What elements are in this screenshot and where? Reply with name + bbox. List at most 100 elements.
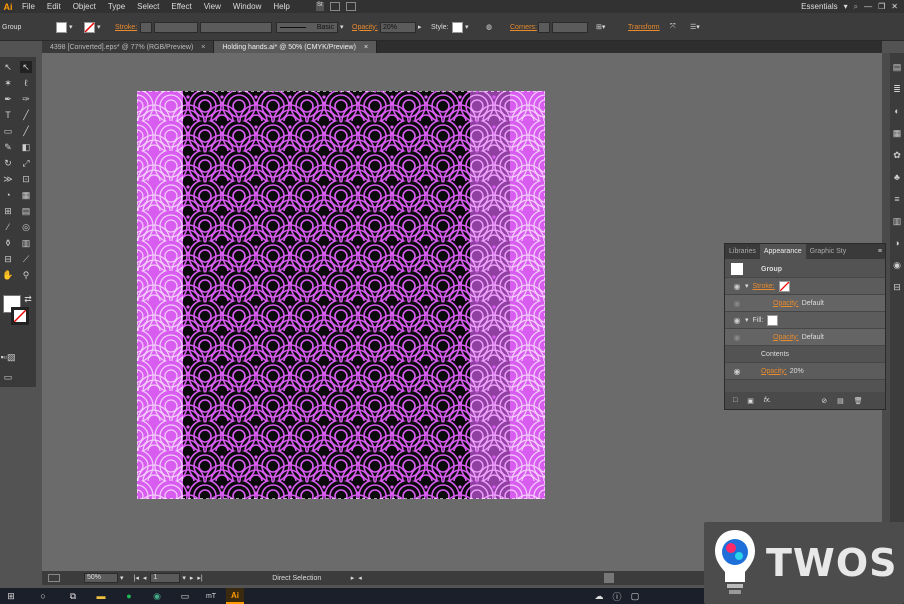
- swatches-icon[interactable]: ▦: [891, 127, 903, 139]
- chevron-down-icon[interactable]: ▾: [844, 2, 848, 11]
- stroke-row-label[interactable]: Stroke:: [753, 283, 775, 290]
- start-icon[interactable]: ⊞: [2, 588, 20, 604]
- menu-effect[interactable]: Effect: [165, 2, 197, 11]
- appearance-row-group[interactable]: Group: [725, 261, 885, 278]
- menu-select[interactable]: Select: [131, 2, 165, 11]
- stroke-panel-icon[interactable]: ≡: [891, 193, 903, 205]
- chevron-down-icon[interactable]: ▾: [120, 574, 124, 582]
- screen-mode-icon[interactable]: ▭: [2, 371, 14, 383]
- appearance-icon[interactable]: ◉: [891, 259, 903, 271]
- scroll-left-icon[interactable]: ◂: [358, 574, 362, 582]
- magic-wand-icon[interactable]: ✶: [2, 77, 14, 89]
- last-artboard-icon[interactable]: ▸|: [197, 574, 202, 582]
- notification-icon[interactable]: ▢: [626, 588, 644, 604]
- brush-definition[interactable]: Basic ▾: [276, 21, 344, 33]
- close-icon[interactable]: ×: [201, 44, 205, 51]
- group-opacity-label[interactable]: Opacity:: [761, 368, 787, 375]
- tab-graphic-styles[interactable]: Graphic Sty: [806, 244, 851, 259]
- stock-button[interactable]: St: [315, 2, 324, 11]
- recolor-icon[interactable]: ◍: [486, 21, 492, 33]
- menu-type[interactable]: Type: [102, 2, 131, 11]
- selection-tool-icon[interactable]: ↖: [2, 61, 14, 73]
- menu-help[interactable]: Help: [267, 2, 295, 11]
- disclosure-triangle-icon[interactable]: ▾: [745, 282, 749, 290]
- delete-item-icon[interactable]: 🗑: [854, 397, 863, 405]
- spotify-icon[interactable]: ●: [120, 588, 138, 604]
- curvature-icon[interactable]: ✑: [20, 93, 32, 105]
- options-icon[interactable]: ☰▾: [690, 21, 700, 33]
- task-view-icon[interactable]: ⧉: [64, 588, 82, 604]
- search-icon[interactable]: ⌕: [854, 2, 858, 12]
- rectangle-tool-icon[interactable]: ▭: [2, 125, 14, 137]
- width-tool-icon[interactable]: ≫: [2, 173, 14, 185]
- menu-file[interactable]: File: [16, 2, 41, 11]
- duplicate-item-icon[interactable]: ▤: [837, 397, 844, 405]
- properties-icon[interactable]: ▤: [891, 61, 903, 73]
- isolate-icon[interactable]: ⤧: [670, 21, 676, 33]
- shape-builder-icon[interactable]: ◔: [2, 189, 14, 201]
- appearance-row-group-opacity[interactable]: ◉ Opacity: 20%: [725, 363, 885, 380]
- tab-appearance[interactable]: Appearance: [759, 244, 806, 259]
- gradient-panel-icon[interactable]: ▥: [891, 215, 903, 227]
- menu-edit[interactable]: Edit: [41, 2, 67, 11]
- zoom-tool-icon[interactable]: ⚲: [20, 269, 32, 281]
- eyedropper-icon[interactable]: ⁄: [2, 221, 14, 233]
- slice-tool-icon[interactable]: ⟋: [20, 253, 32, 265]
- mesh-tool-icon[interactable]: ⊞: [2, 205, 14, 217]
- align-panel-icon[interactable]: ⊟: [891, 281, 903, 293]
- close-button[interactable]: ✕: [891, 2, 898, 11]
- appearance-row-stroke[interactable]: ◉ ▾ Stroke:: [725, 278, 885, 295]
- opacity-label[interactable]: Opacity:: [352, 21, 378, 33]
- paintbrush-icon[interactable]: ╱: [20, 125, 32, 137]
- eraser-icon[interactable]: ◧: [20, 141, 32, 153]
- visibility-eye-icon[interactable]: ◉: [731, 314, 743, 326]
- close-icon[interactable]: ×: [364, 44, 368, 51]
- color-icon[interactable]: ◐: [891, 105, 903, 117]
- stroke-color-swatch[interactable]: [11, 307, 29, 325]
- corners-label[interactable]: Corners:: [510, 21, 537, 33]
- minimize-button[interactable]: —: [864, 2, 872, 11]
- clear-appearance-icon[interactable]: ⊘: [821, 397, 827, 405]
- app-icon[interactable]: ▭: [176, 588, 194, 604]
- search-icon[interactable]: ○: [34, 588, 52, 604]
- hand-tool-icon[interactable]: ✋: [2, 269, 14, 281]
- shaper-tool-icon[interactable]: ✎: [2, 141, 14, 153]
- artboard-tool-icon[interactable]: ⊟: [2, 253, 14, 265]
- graph-tool-icon[interactable]: ▥: [20, 237, 32, 249]
- chevron-down-icon[interactable]: ▾: [182, 574, 186, 582]
- visibility-eye-icon[interactable]: ◉: [731, 280, 743, 292]
- align-icon[interactable]: ⊞▾: [596, 21, 605, 33]
- symbol-sprayer-icon[interactable]: ⚱: [2, 237, 14, 249]
- menu-object[interactable]: Object: [67, 2, 102, 11]
- horizontal-scroll-thumb[interactable]: [603, 573, 614, 583]
- first-artboard-icon[interactable]: |◂: [134, 574, 139, 582]
- color-mode-icon[interactable]: ▪▫▨: [1, 351, 16, 363]
- direct-selection-tool-icon[interactable]: ↖: [20, 61, 32, 73]
- appearance-row-contents[interactable]: Contents: [725, 346, 885, 363]
- stroke-weight[interactable]: [140, 21, 198, 33]
- fill-opacity-label[interactable]: Opacity:: [773, 334, 799, 341]
- pen-tool-icon[interactable]: ✒: [2, 93, 14, 105]
- visibility-eye-icon[interactable]: ◉: [731, 365, 743, 377]
- tab-document-2[interactable]: Holding hands.ai* @ 50% (CMYK/Preview) ×: [214, 41, 378, 53]
- menu-window[interactable]: Window: [227, 2, 267, 11]
- info-icon[interactable]: ⓘ: [608, 588, 626, 604]
- zoom-field[interactable]: 50%: [84, 573, 118, 583]
- stroke-label[interactable]: Stroke:: [115, 21, 137, 33]
- status-menu-icon[interactable]: ▸: [351, 574, 355, 582]
- gradient-tool-icon[interactable]: ▤: [20, 205, 32, 217]
- previous-artboard-icon[interactable]: ◂: [143, 574, 147, 582]
- chrome-icon[interactable]: ◉: [148, 588, 166, 604]
- layers-icon[interactable]: ≣: [891, 83, 903, 95]
- illustrator-taskbar-icon[interactable]: Ai: [226, 588, 244, 604]
- opacity-field[interactable]: 20% ▸: [380, 21, 422, 33]
- graphic-style-swatch[interactable]: ▾: [452, 21, 469, 33]
- swap-colors-icon[interactable]: ⇄: [22, 293, 34, 305]
- cloud-icon[interactable]: ☁: [590, 588, 608, 604]
- restore-button[interactable]: ❐: [878, 2, 885, 11]
- blend-tool-icon[interactable]: ◎: [20, 221, 32, 233]
- stroke-opacity-label[interactable]: Opacity:: [773, 300, 799, 307]
- stroke-swatch[interactable]: ▾: [84, 21, 101, 33]
- transform-label[interactable]: Transform: [628, 21, 660, 33]
- line-tool-icon[interactable]: ╱: [20, 109, 32, 121]
